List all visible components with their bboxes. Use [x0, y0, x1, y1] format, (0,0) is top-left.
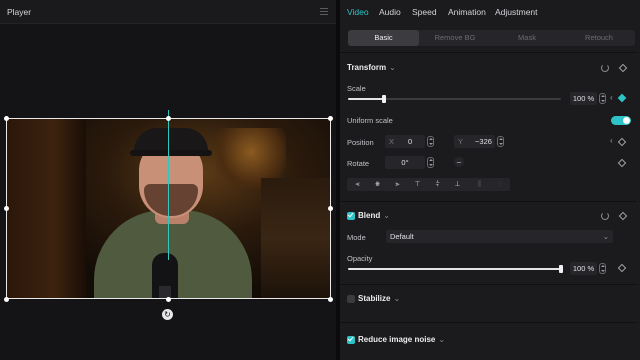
uniform-scale-toggle[interactable]	[611, 116, 631, 125]
divider	[340, 322, 640, 323]
inspector-scrollbar[interactable]	[636, 52, 639, 352]
resize-handle-top-left[interactable]	[4, 116, 9, 121]
tab-speed[interactable]: Speed	[412, 7, 437, 17]
resize-handle-bottom[interactable]	[166, 297, 171, 302]
position-y-stepper[interactable]	[497, 136, 504, 147]
section-transform-title[interactable]: Transform ⌄	[347, 63, 396, 72]
section-stabilize-title[interactable]: Stabilize ⌄	[358, 294, 400, 303]
keyframe-icon[interactable]	[617, 137, 627, 147]
resize-handle-top[interactable]	[166, 116, 171, 121]
opacity-slider-fill	[348, 268, 561, 270]
opacity-value-field[interactable]: 100 %	[570, 262, 597, 275]
chevron-down-icon: ⌄	[602, 232, 609, 241]
align-middle-icon[interactable]: ⫩	[431, 180, 444, 189]
subtab-mask[interactable]: Mask	[491, 30, 563, 46]
keyframe-icon[interactable]	[617, 93, 627, 103]
center-guide-line	[168, 110, 169, 260]
keyframe-icon[interactable]	[618, 63, 628, 73]
resize-handle-bottom-left[interactable]	[4, 297, 9, 302]
scale-value-field[interactable]: 100 %	[570, 92, 597, 105]
player-panel: Player ↻	[0, 0, 336, 360]
divider	[340, 52, 640, 53]
stabilize-checkbox[interactable]	[347, 295, 355, 303]
tab-animation[interactable]: Animation	[448, 7, 486, 17]
menu-icon[interactable]	[320, 8, 328, 15]
align-left-icon[interactable]: ⫷	[351, 180, 364, 189]
player-header: Player	[0, 0, 336, 24]
resize-handle-right[interactable]	[328, 206, 333, 211]
distribute-vertical-icon[interactable]: ⫶	[493, 180, 506, 189]
opacity-label: Opacity	[347, 254, 373, 263]
tab-video[interactable]: Video	[347, 7, 369, 17]
uniform-scale-label: Uniform scale	[347, 116, 393, 125]
keyframe-icon[interactable]	[618, 211, 628, 221]
divider	[340, 201, 640, 202]
position-x-stepper[interactable]	[427, 136, 434, 147]
scale-slider-knob[interactable]	[382, 95, 387, 103]
align-top-icon[interactable]: ⊤	[411, 180, 424, 189]
chevron-down-icon: ⌄	[383, 211, 390, 220]
blend-checkbox[interactable]	[347, 212, 355, 220]
background-right	[261, 178, 331, 299]
opacity-slider-knob[interactable]	[559, 265, 563, 273]
opacity-stepper[interactable]	[599, 263, 606, 274]
align-right-icon[interactable]: ⫸	[391, 180, 404, 189]
scale-stepper[interactable]	[599, 93, 606, 104]
tab-audio[interactable]: Audio	[379, 7, 401, 17]
position-y-field[interactable]: Y −326	[454, 135, 495, 148]
person-hat-brim	[130, 150, 212, 156]
keyframe-icon[interactable]	[617, 158, 627, 168]
scale-label: Scale	[347, 84, 366, 93]
rotate-stepper[interactable]	[427, 157, 434, 168]
rotate-field[interactable]: 0°	[385, 156, 425, 169]
rotate-label: Rotate	[347, 159, 370, 168]
rotate-icon[interactable]: ↻	[162, 309, 173, 320]
subtab-remove-bg[interactable]: Remove BG	[419, 30, 491, 46]
resize-handle-left[interactable]	[4, 206, 9, 211]
previous-keyframe-icon[interactable]: ‹	[610, 93, 613, 102]
section-blend-title[interactable]: Blend ⌄	[358, 211, 390, 220]
alignment-toolbar: ⫷ ⧻ ⫸ ⊤ ⫩ ⊥ ⫼ ⫶	[347, 178, 510, 191]
reduce-noise-checkbox[interactable]	[347, 336, 355, 344]
position-label: Position	[347, 138, 374, 147]
reset-icon[interactable]	[601, 64, 609, 72]
distribute-horizontal-icon[interactable]: ⫼	[473, 180, 486, 189]
position-x-field[interactable]: X0	[385, 135, 425, 148]
rotate-flip-button[interactable]: –	[454, 157, 464, 167]
scale-slider-fill	[348, 98, 385, 100]
reset-icon[interactable]	[601, 212, 609, 220]
mode-label: Mode	[347, 233, 366, 242]
resize-handle-bottom-right[interactable]	[328, 297, 333, 302]
align-bottom-icon[interactable]: ⊥	[451, 180, 464, 189]
section-reduce-noise-title[interactable]: Reduce image noise ⌄	[358, 335, 445, 344]
subtab-basic[interactable]: Basic	[348, 30, 419, 46]
chevron-down-icon: ⌄	[389, 63, 396, 72]
resize-handle-top-right[interactable]	[328, 116, 333, 121]
divider	[340, 284, 640, 285]
align-center-icon[interactable]: ⧻	[371, 180, 384, 189]
player-title: Player	[7, 7, 32, 17]
inspector-panel: Video Audio Speed Animation Adjustment B…	[340, 0, 640, 360]
subtab-bar: Basic Remove BG Mask Retouch	[348, 30, 635, 46]
subtab-retouch[interactable]: Retouch	[563, 30, 635, 46]
previous-keyframe-icon[interactable]: ‹	[610, 136, 613, 145]
blend-mode-select[interactable]: Default ⌄	[386, 230, 613, 243]
background-left	[6, 118, 86, 299]
tab-adjustment[interactable]: Adjustment	[495, 7, 538, 17]
keyframe-icon[interactable]	[617, 263, 627, 273]
chevron-down-icon: ⌄	[393, 294, 401, 303]
chevron-down-icon: ⌄	[438, 335, 446, 344]
inspector-tabs: Video Audio Speed Animation Adjustment	[340, 0, 640, 24]
